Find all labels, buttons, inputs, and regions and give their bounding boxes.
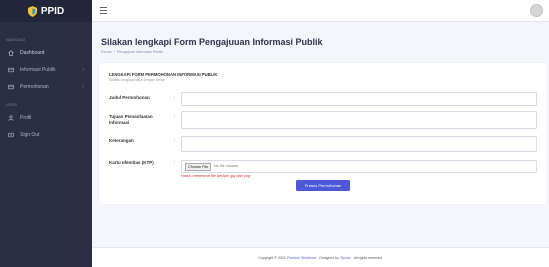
ktp-colon: : xyxy=(174,160,176,165)
judul-label: Judul Permohonan xyxy=(109,95,150,100)
keterangan-colon: : xyxy=(174,138,176,143)
table-icon xyxy=(8,67,14,73)
tujuan-pemanfaatan-input[interactable] xyxy=(181,111,537,129)
judul-colon: : xyxy=(174,95,176,100)
sidebar-item-dashboard[interactable]: Dashboard xyxy=(0,44,92,61)
sidebar-item-informasi-publik[interactable]: Informasi Publik › xyxy=(0,61,92,78)
user-avatar[interactable] xyxy=(530,4,543,17)
breadcrumb-item-forms[interactable]: Forms xyxy=(101,50,112,54)
chevron-right-icon: › xyxy=(82,83,84,90)
submit-button[interactable]: Proses Permohonan xyxy=(296,180,350,191)
footer-rights: All rights reserved. xyxy=(353,255,383,260)
footer-link-organization[interactable]: Pembuk Struktural xyxy=(287,256,316,260)
sidebar-item-label: Profil xyxy=(20,114,32,121)
sidebar-item-label: Permohonan xyxy=(20,83,49,90)
tujuan-colon: : xyxy=(174,114,176,119)
user-icon xyxy=(8,114,14,121)
top-navbar xyxy=(92,0,549,22)
app-logo-text: PPID xyxy=(40,5,65,17)
keterangan-label: Keterangan xyxy=(109,138,134,143)
footer-copyright: Copyright © 2024 xyxy=(258,255,286,260)
sidebar-item-label: Sign Out xyxy=(20,131,40,138)
ktp-label: Kartu Identitas (KTP) xyxy=(109,160,154,165)
keterangan-input[interactable] xyxy=(181,136,537,152)
home-icon xyxy=(8,49,14,56)
chevron-right-icon: › xyxy=(82,66,84,73)
footer-link-designer[interactable]: Sprutu xyxy=(340,256,350,260)
sidebar-item-label: Dashboard xyxy=(20,49,45,56)
table-icon xyxy=(8,84,14,90)
choose-file-button[interactable]: Choose File xyxy=(185,163,212,171)
sidebar-item-sign-out[interactable]: Sign Out xyxy=(0,126,92,143)
sidebar-item-label: Informasi Publik xyxy=(20,66,56,73)
app-logo[interactable]: PPID xyxy=(0,0,92,22)
footer: Copyright © 2024 Pembuk Struktural . Des… xyxy=(92,247,549,267)
sidebar-item-profil[interactable]: Profil xyxy=(0,109,92,126)
judul-permohonan-input[interactable] xyxy=(181,92,537,106)
breadcrumb-separator: / xyxy=(113,50,115,54)
page-title: Silakan lengkapi Form Pengajuuan Informa… xyxy=(101,37,323,47)
form-title: LENGKAPI FORM PERMOHONAN INFORMASI PUBLI… xyxy=(109,72,218,77)
sidebar: PPID NAVIGASI Dashboard Informasi Publik… xyxy=(0,0,92,267)
request-form-card: LENGKAPI FORM PERMOHONAN INFORMASI PUBLI… xyxy=(99,63,547,204)
breadcrumb-item-current: Pengajuan Informasi Publik xyxy=(116,50,164,54)
sidebar-item-permohonan[interactable]: Permohonan › xyxy=(0,78,92,95)
shield-logo-icon xyxy=(27,5,37,17)
menu-toggle-icon[interactable] xyxy=(100,7,107,14)
form-subtitle: Silakan lengkapi data dengan benar xyxy=(109,78,165,82)
breadcrumb: Forms / Pengajuan Informasi Publik xyxy=(101,50,163,54)
signout-icon xyxy=(8,132,14,138)
file-status-text: No file chosen xyxy=(214,164,239,168)
file-type-hint: Harus menerima file berbpe jpg dan png xyxy=(181,173,251,178)
footer-designed-by: . Designed by xyxy=(317,255,339,260)
tujuan-label: Tujuan Pemanfaatan Informasi xyxy=(109,114,153,125)
